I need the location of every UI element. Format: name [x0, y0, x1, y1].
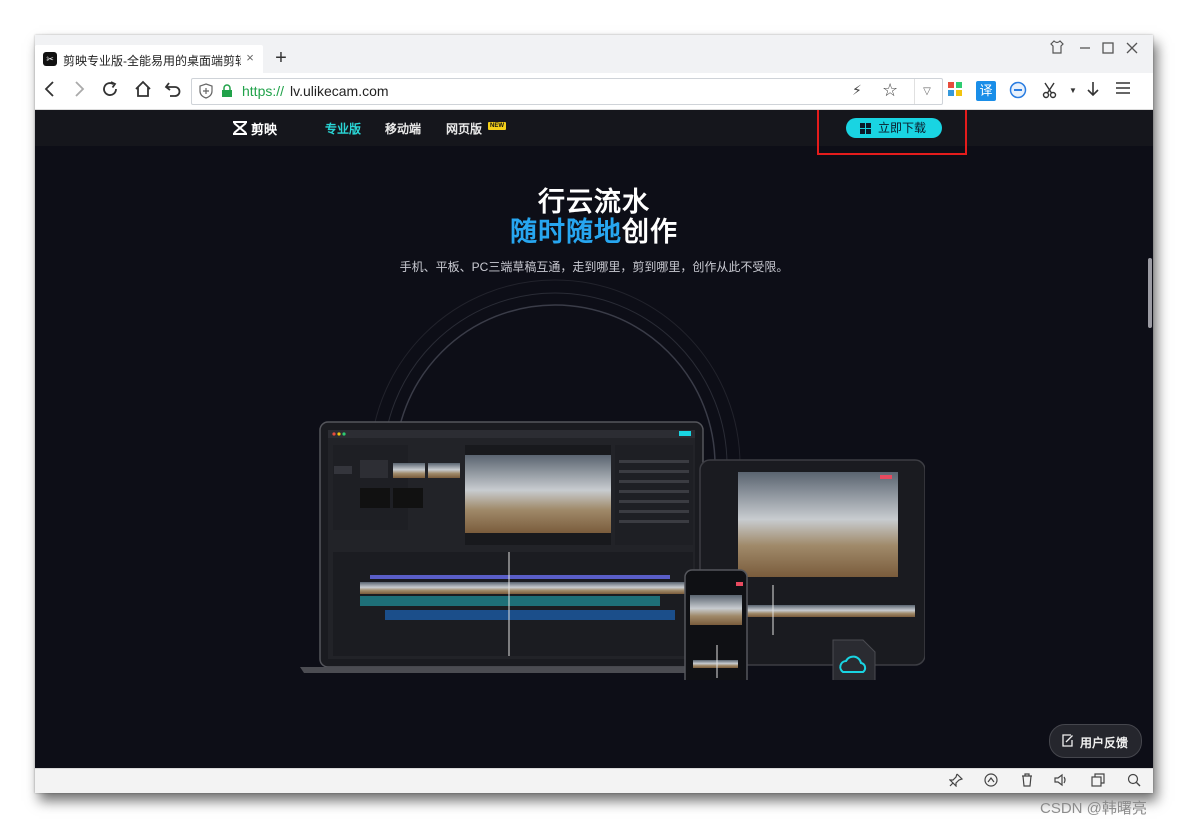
feedback-label: 用户反馈: [1080, 736, 1129, 750]
home-icon[interactable]: [132, 80, 154, 102]
forward-icon[interactable]: [68, 80, 90, 102]
browser-status-bar: [35, 768, 1153, 793]
logo-text: 剪映: [251, 122, 278, 137]
headline-highlight: 随时随地: [510, 217, 622, 247]
site-header: 剪映 专业版 移动端 网页版 NEW 立即下载: [35, 110, 1153, 146]
maximize-icon[interactable]: [1098, 39, 1118, 59]
url-host: lv.ulikecam.com: [290, 83, 389, 99]
volume-icon[interactable]: [1053, 773, 1069, 789]
chevron-down-icon[interactable]: ▽: [914, 79, 939, 104]
lock-icon: [220, 84, 234, 98]
pin-icon[interactable]: [948, 773, 964, 789]
star-bookmark-icon[interactable]: ☆: [882, 80, 898, 101]
shield-icon[interactable]: [198, 83, 214, 99]
csdn-watermark: CSDN @韩曙亮: [1040, 800, 1147, 817]
speed-dial-icon[interactable]: [983, 773, 999, 789]
tab-bar: ✂ 剪映专业版-全能易用的桌面端剪辑软件 × +: [35, 35, 1153, 73]
trash-icon[interactable]: [1019, 773, 1035, 789]
back-icon[interactable]: [39, 80, 61, 102]
scissors-dropdown-icon[interactable]: ▼: [1063, 81, 1083, 101]
browser-window: ✂ 剪映专业版-全能易用的桌面端剪辑软件 × +: [35, 35, 1153, 793]
window-restore-icon[interactable]: [1090, 773, 1106, 789]
undo-close-icon[interactable]: [162, 80, 184, 102]
annotation-highlight-box: [817, 110, 967, 155]
headline-rest: 创作: [622, 217, 678, 247]
address-bar[interactable]: https:// lv.ulikecam.com ⚡ ☆ ▽: [191, 78, 943, 105]
tab-title: 剪映专业版-全能易用的桌面端剪辑软件: [63, 54, 241, 68]
page-scrollbar[interactable]: [1148, 258, 1152, 328]
nav-web[interactable]: 网页版: [446, 120, 482, 137]
feedback-edit-icon: [1062, 734, 1073, 747]
webpage-content: 剪映 专业版 移动端 网页版 NEW 立即下载 行云流水 随时随地创作 手机、平…: [35, 110, 1153, 768]
lightning-icon[interactable]: ⚡: [852, 82, 862, 99]
skin-shirt-icon[interactable]: [1047, 39, 1067, 59]
minimize-icon[interactable]: [1075, 39, 1095, 59]
adblock-icon[interactable]: [1008, 81, 1028, 101]
new-badge: NEW: [488, 122, 506, 130]
devices-hero-illustration: [300, 279, 925, 680]
close-window-icon[interactable]: [1122, 39, 1142, 59]
browser-toolbar: https:// lv.ulikecam.com ⚡ ☆ ▽ 译 ▼: [35, 73, 1153, 110]
nav-mobile[interactable]: 移动端: [385, 120, 421, 137]
download-arrow-icon[interactable]: [1083, 81, 1103, 101]
url-scheme: https://: [242, 83, 285, 99]
reload-icon[interactable]: [99, 80, 121, 102]
headline-line2: 随时随地创作: [35, 210, 1153, 249]
feedback-button[interactable]: 用户反馈: [1049, 724, 1142, 758]
zoom-search-icon[interactable]: [1126, 773, 1142, 789]
new-tab-button[interactable]: +: [271, 47, 291, 69]
tab-close-icon[interactable]: ×: [243, 50, 257, 66]
menu-hamburger-icon[interactable]: [1113, 81, 1133, 101]
translate-icon[interactable]: 译: [976, 81, 996, 101]
nav-pro[interactable]: 专业版: [325, 120, 361, 137]
apps-grid-icon[interactable]: [945, 81, 965, 101]
scissors-icon[interactable]: [1040, 81, 1060, 101]
browser-tab[interactable]: ✂ 剪映专业版-全能易用的桌面端剪辑软件 ×: [35, 45, 263, 73]
capcut-logo-icon: [233, 121, 247, 135]
capcut-favicon-icon: ✂: [43, 52, 57, 66]
